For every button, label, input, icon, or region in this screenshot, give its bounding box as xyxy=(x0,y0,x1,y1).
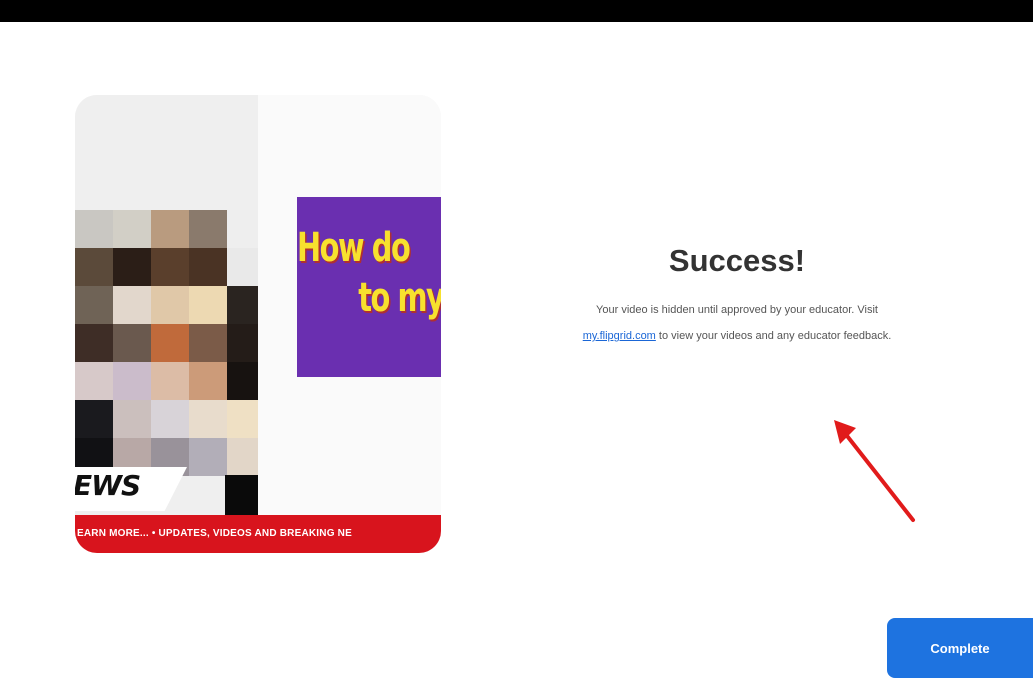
message-text-after-link: to view your videos and any educator fee… xyxy=(658,330,892,342)
pixelated-face xyxy=(75,95,258,515)
annotation-arrow-icon xyxy=(834,420,915,522)
news-label: EWS xyxy=(75,469,141,502)
video-title-banner: How do to my xyxy=(297,197,441,377)
banner-line-1: How do xyxy=(297,225,411,271)
success-title: Success! xyxy=(668,243,806,278)
flipgrid-link[interactable]: my.flipgrid.com xyxy=(583,330,656,342)
news-ticker: EARN MORE... • UPDATES, VIDEOS AND BREAK… xyxy=(75,515,441,553)
success-message: Your video is hidden until approved by y… xyxy=(527,297,947,349)
video-thumbnail[interactable]: How do to my EWS EARN MORE... • UPDATES,… xyxy=(75,95,441,553)
top-black-bar xyxy=(0,0,1033,22)
message-text-before-link: Your video is hidden until approved by y… xyxy=(596,304,878,316)
complete-button[interactable]: Complete xyxy=(887,618,1033,678)
video-dark-strip xyxy=(225,475,258,515)
banner-line-2: to my xyxy=(358,275,441,321)
